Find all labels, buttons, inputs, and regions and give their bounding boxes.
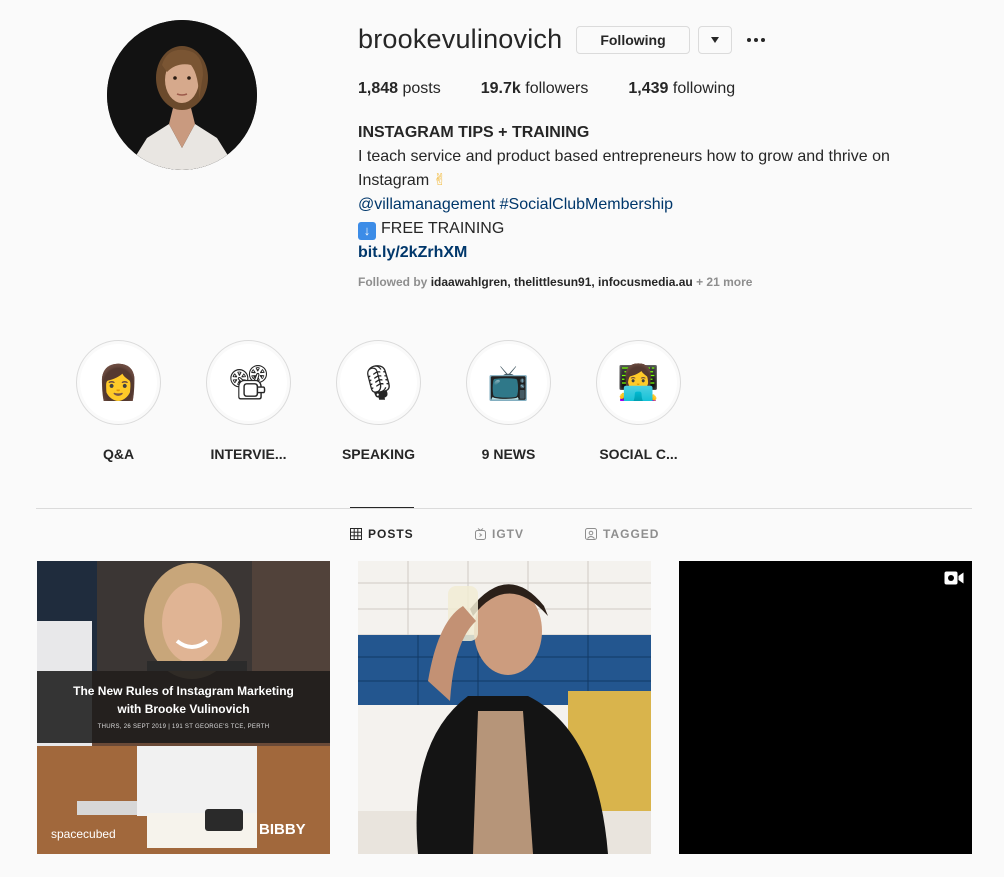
profile-avatar[interactable]	[107, 20, 257, 170]
followers-count: 19.7k	[480, 80, 521, 97]
tab-posts[interactable]: POSTS	[350, 527, 414, 541]
post-subtitle: THURS, 26 SEPT 2019 | 191 ST GEORGE'S TC…	[97, 724, 270, 730]
followed-by-more: + 21 more	[696, 275, 753, 289]
bio-line-1: I teach service and product based entrep…	[358, 148, 890, 165]
suggested-accounts-button[interactable]	[698, 26, 732, 54]
technologist-emoji: 👩‍💻	[600, 344, 677, 421]
film-projector-emoji: 📽	[210, 344, 287, 421]
highlight-label: 9 NEWS	[481, 446, 536, 462]
highlight-ring: 👩‍💻	[596, 340, 681, 425]
followed-by-names: idaawahlgren, thelittlesun91, infocusmed…	[430, 275, 693, 289]
post-thumbnail-video[interactable]	[679, 561, 972, 854]
highlight-speaking[interactable]: 🎙 SPEAKING	[336, 340, 466, 462]
television-emoji: 📺	[470, 344, 547, 421]
bio-line-2: Instagram ✌	[358, 169, 958, 193]
chevron-down-icon	[711, 37, 719, 43]
dot	[747, 38, 751, 42]
highlight-9-news[interactable]: 📺 9 NEWS	[466, 340, 596, 462]
bio-mention-link[interactable]: @villamanagement	[358, 196, 495, 213]
highlight-label: INTERVIE...	[210, 446, 287, 462]
posts-count: 1,848	[358, 80, 399, 97]
post-title-line-1: The New Rules of Instagram Marketing	[73, 684, 294, 698]
followers-label: followers	[525, 80, 589, 97]
video-camera-icon	[944, 571, 964, 585]
down-arrow-emoji: ↓	[358, 222, 376, 240]
victory-hand-emoji: ✌	[433, 172, 447, 189]
highlight-ring: 👩	[76, 340, 161, 425]
highlight-ring: 📺	[466, 340, 551, 425]
followed-by[interactable]: Followed by idaawahlgren, thelittlesun91…	[358, 275, 752, 289]
following-stat-label: following	[672, 80, 736, 97]
tab-tagged[interactable]: TAGGED	[585, 527, 659, 541]
post-thumbnail[interactable]: The New Rules of Instagram Marketing wit…	[37, 561, 330, 854]
bio-website-link[interactable]: bit.ly/2kZrhXM	[358, 241, 958, 265]
bio-line-2-text: Instagram	[358, 172, 430, 189]
post-title: The New Rules of Instagram Marketing wit…	[37, 682, 330, 718]
highlight-ring: 📽	[206, 340, 291, 425]
tagged-icon	[585, 528, 597, 540]
post-image	[358, 561, 651, 854]
microphone-emoji: 🎙	[340, 344, 417, 421]
more-options-button[interactable]	[744, 30, 768, 50]
highlight-interviews[interactable]: 📽 INTERVIE...	[206, 340, 336, 462]
tab-igtv[interactable]: IGTV	[475, 527, 524, 541]
post-thumbnail[interactable]	[358, 561, 651, 854]
highlight-label: Q&A	[102, 446, 135, 462]
highlight-social-club[interactable]: 👩‍💻 SOCIAL C...	[596, 340, 726, 462]
tab-label: TAGGED	[603, 527, 660, 541]
bio-hashtag-link[interactable]: #SocialClubMembership	[500, 196, 673, 213]
highlight-ring: 🎙	[336, 340, 421, 425]
following-button[interactable]: Following	[576, 26, 690, 54]
woman-emoji: 👩	[80, 344, 157, 421]
highlight-qa[interactable]: 👩 Q&A	[76, 340, 206, 462]
following-count: 1,439	[628, 80, 669, 97]
followed-by-prefix: Followed by	[358, 275, 428, 289]
highlight-label: SPEAKING	[341, 446, 416, 462]
bio-training-line: ↓ FREE TRAINING	[358, 217, 958, 241]
dot	[754, 38, 758, 42]
tab-label: POSTS	[368, 527, 414, 541]
profile-stats: 1,848 posts 19.7k followers 1,439 follow…	[358, 80, 775, 98]
followers-stat[interactable]: 19.7k followers	[481, 80, 589, 98]
bio-training-text: FREE TRAINING	[381, 220, 505, 237]
profile-bio: INSTAGRAM TIPS + TRAINING I teach servic…	[358, 121, 958, 265]
story-highlights: 👩 Q&A 📽 INTERVIE... 🎙 SPEAKING 📺 9 NEWS …	[76, 340, 726, 462]
post-title-line-2: with Brooke Vulinovich	[117, 702, 250, 716]
dot	[761, 38, 765, 42]
post-brand-left: spacecubed	[51, 827, 116, 841]
profile-username: brookevulinovich	[358, 24, 563, 54]
profile-tabs: POSTS IGTV TAGGED	[0, 527, 1004, 543]
grid-icon	[350, 528, 362, 540]
post-brand-right: BIBBY	[259, 821, 306, 838]
active-tab-indicator	[350, 507, 414, 508]
tab-label: IGTV	[492, 527, 525, 541]
highlight-label: SOCIAL C...	[599, 446, 678, 462]
following-stat[interactable]: 1,439 following	[628, 80, 735, 98]
profile-full-name: INSTAGRAM TIPS + TRAINING	[358, 124, 590, 141]
igtv-icon	[475, 528, 486, 540]
posts-stat: 1,848 posts	[358, 80, 441, 98]
bio-tags-line: @villamanagement #SocialClubMembership	[358, 193, 958, 217]
posts-label: posts	[402, 80, 441, 97]
tabs-divider	[36, 508, 972, 509]
